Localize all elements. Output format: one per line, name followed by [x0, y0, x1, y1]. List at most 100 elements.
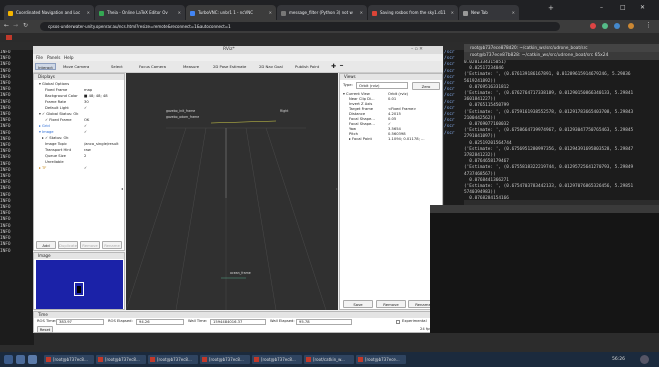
focus-camera-tool[interactable]: Focus Camera [139, 63, 166, 70]
browser-tab[interactable]: Theia - Online LaTeX Editor Ov ✕ [95, 5, 185, 20]
display-row-label[interactable]: Fixed Frame [45, 88, 67, 93]
display-row-label[interactable]: Unreliable [45, 160, 64, 165]
taskbar-item[interactable]: [root@b737ec8... [148, 355, 198, 364]
display-row-label[interactable]: ▸ TF [39, 166, 46, 171]
reload-icon[interactable]: ↻ [23, 22, 28, 29]
display-row-value[interactable]: raw [84, 148, 91, 153]
add-tool-icon[interactable]: ✚ [331, 63, 336, 70]
display-remove-button[interactable]: Remove [80, 241, 100, 249]
view-row-value[interactable]: 1.1094; 0.01178; ... [388, 137, 425, 142]
tab-label: New Tab [471, 10, 488, 15]
browser-tab[interactable]: New Tab ✕ [459, 5, 519, 20]
display-row-value[interactable]: ✓ [84, 130, 87, 135]
back-icon[interactable]: ← [4, 22, 9, 29]
outer-terminal-title: root@b737ece878d20: ~/catkin_ws/src/udro… [470, 45, 588, 50]
address-bar[interactable]: cpsos-underwater-unity.openrar.au/ncs.ht… [40, 22, 560, 31]
display-duplicate-button[interactable]: Duplicate [58, 241, 78, 249]
tab-close-icon[interactable]: ✕ [360, 5, 363, 20]
display-row-value[interactable]: map [84, 88, 92, 93]
view-remove-button[interactable]: Remove [376, 300, 406, 308]
display-row-value[interactable]: ✓ [84, 166, 87, 171]
view-row-value[interactable]: 0.01 [388, 97, 396, 102]
new-tab-button[interactable]: + [548, 4, 554, 12]
menu-help[interactable]: Help [64, 54, 74, 61]
menu-panels[interactable]: Panels [47, 54, 60, 61]
taskbar-item[interactable]: [root@b737ece... [356, 355, 406, 364]
minimize-button[interactable]: – [600, 4, 603, 11]
extension-icon-2[interactable] [602, 23, 608, 29]
tab-close-icon[interactable]: ✕ [451, 5, 454, 20]
tab-favicon [99, 10, 104, 16]
display-row-label[interactable]: ✓ Fixed Frame [45, 118, 71, 123]
tab-label: Theia - Online LaTeX Editor Ov [107, 10, 168, 15]
remove-tool-icon[interactable]: ━ [340, 63, 343, 70]
taskbar-item[interactable]: [root/catkin_w... [304, 355, 354, 364]
display-row-value[interactable]: OK [84, 118, 89, 123]
display-row-value[interactable]: /anco_single/result [84, 142, 119, 147]
display-row-label[interactable]: Transport Hint [45, 148, 71, 153]
file-manager-icon[interactable] [16, 355, 25, 364]
tab-close-icon[interactable]: ✕ [178, 5, 181, 20]
display-row-label[interactable]: Image Topic [45, 142, 67, 147]
view-type-select[interactable]: Orbit (rviz) [356, 82, 408, 89]
forward-icon[interactable]: → [13, 22, 18, 29]
display-row-label[interactable]: Frame Rate [45, 100, 66, 105]
display-row-label[interactable]: ▸ Grid [39, 124, 50, 129]
display-row-label[interactable]: ▾ Global Options [39, 82, 69, 87]
browser-tab[interactable]: Coordinated Navigation and Loc ✕ [4, 5, 94, 20]
browser-tab[interactable]: Saving rosbos from the sky1.d11 ✕ [368, 5, 458, 20]
tab-close-icon[interactable]: ✕ [269, 5, 272, 20]
rviz-window-controls[interactable]: – ▫ ✕ [411, 47, 423, 52]
browser-launcher-icon[interactable] [28, 355, 37, 364]
move-camera-tool[interactable]: Move Camera [63, 63, 89, 70]
display-row-value[interactable]: 2 [84, 154, 86, 159]
display-row-label[interactable]: Background Color [45, 94, 78, 99]
extension-icon-3[interactable] [614, 23, 620, 29]
rviz-3d-viewport[interactable]: gazebo_init_frame gazebo_odom_frame Righ… [126, 73, 338, 310]
view-save-button[interactable]: Save [343, 300, 373, 308]
display-row-value[interactable]: ■ 48; 48; 48 [84, 94, 108, 99]
taskbar-item[interactable]: [root@b737ec8... [44, 355, 94, 364]
display-rename-button[interactable]: Rename [102, 241, 122, 249]
display-row-value[interactable]: 30 [84, 100, 89, 105]
display-row-label[interactable]: ▾ ✓ Global Status: Ok [39, 112, 78, 117]
display-row-label[interactable]: Queue Size [45, 154, 66, 159]
power-icon[interactable] [640, 355, 649, 364]
display-row-value[interactable]: ✓ [84, 106, 87, 111]
measure-tool[interactable]: Measure [183, 63, 199, 70]
bookmark-icon[interactable] [6, 35, 12, 40]
start-menu-icon[interactable] [4, 355, 13, 364]
displays-panel-title: Displays [34, 74, 124, 80]
browser-tab[interactable]: message_filter (Python 3) not w ✕ [277, 5, 367, 20]
nav-goal-tool[interactable]: 2D Nav Goal [259, 63, 283, 70]
collapse-right-icon[interactable]: ▸ [336, 186, 338, 191]
taskbar-item[interactable]: [root@b737ec8... [200, 355, 250, 364]
pose-estimate-tool[interactable]: 2D Pose Estimate [213, 63, 246, 70]
extension-icon[interactable] [590, 23, 596, 29]
display-row-label[interactable]: Default Light [45, 106, 69, 111]
collapse-left-icon[interactable]: ◂ [121, 186, 123, 191]
close-window-button[interactable]: ✕ [640, 4, 645, 11]
select-tool[interactable]: Select [111, 63, 123, 70]
rviz-menubar: File Panels Help [33, 54, 443, 61]
menu-icon[interactable]: ⋮ [645, 21, 652, 29]
display-add-button[interactable]: Add [36, 241, 56, 249]
display-row-value[interactable]: ✓ [84, 124, 87, 129]
reset-button[interactable]: Reset [37, 326, 53, 333]
display-row-label[interactable]: ▸ ✓ Status: Ok [42, 136, 69, 141]
maximize-button[interactable]: □ [620, 4, 626, 11]
taskbar-item[interactable]: [root@b737ec8... [252, 355, 302, 364]
tab-close-icon[interactable]: ✕ [87, 5, 90, 20]
tab-close-icon[interactable]: ✕ [512, 5, 515, 20]
interact-tool[interactable]: Interact [35, 63, 56, 70]
experimental-checkbox[interactable] [396, 320, 400, 324]
menu-file[interactable]: File [36, 54, 43, 61]
view-row-label[interactable]: ▸ Focal Point [349, 137, 372, 142]
profile-avatar[interactable] [628, 23, 634, 29]
terminal-app-icon [98, 357, 103, 362]
taskbar-item[interactable]: [root@b737ec8... [96, 355, 146, 364]
publish-point-tool[interactable]: Publish Point [295, 63, 319, 70]
browser-tab[interactable]: TurboVNC: unbr1 1 - ncVNC ✕ [186, 5, 276, 20]
display-row-label[interactable]: ▾ Image [39, 130, 54, 135]
zero-button[interactable]: Zero [412, 82, 440, 90]
